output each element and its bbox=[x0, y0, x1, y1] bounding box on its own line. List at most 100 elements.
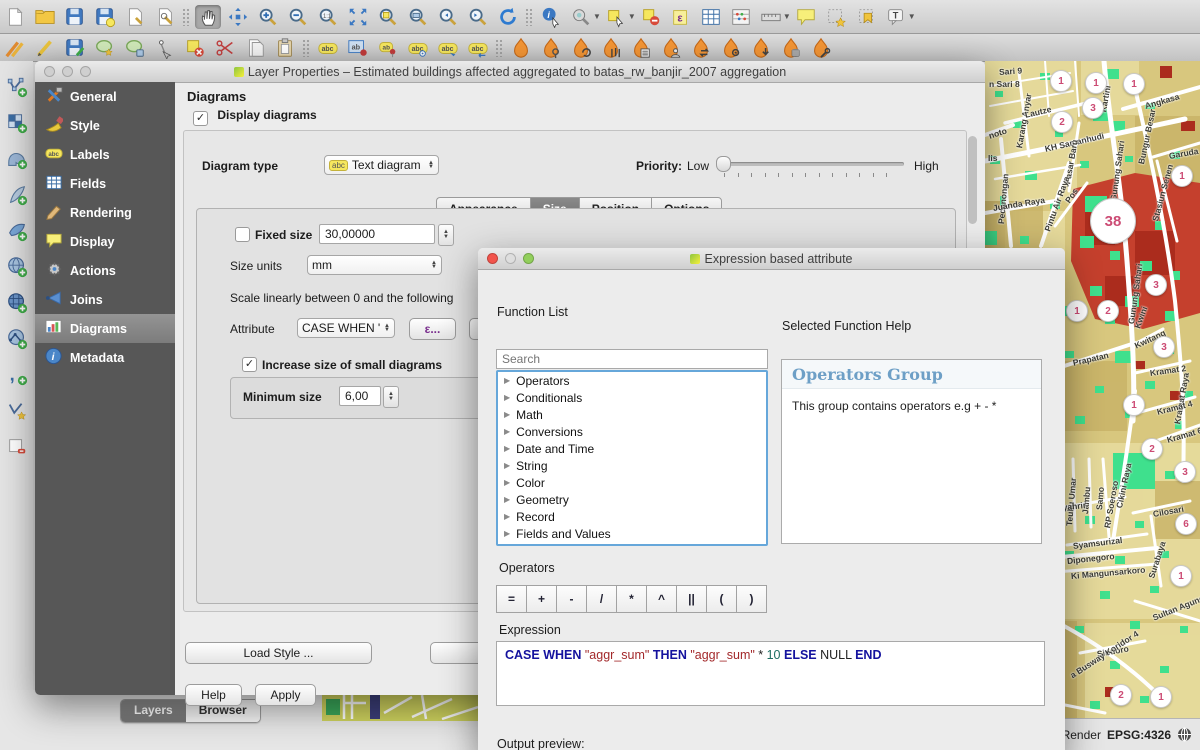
zoom-button[interactable] bbox=[523, 253, 534, 264]
expand-icon[interactable]: ▶ bbox=[504, 461, 510, 470]
add-vector-icon[interactable] bbox=[4, 75, 30, 99]
search-input[interactable] bbox=[496, 349, 768, 369]
function-group-conversions[interactable]: ▶Conversions bbox=[498, 423, 766, 440]
attribute-select[interactable]: CASE WHEN " ▲▼ bbox=[297, 318, 395, 338]
dropdown-caret-icon[interactable]: ▼ bbox=[628, 12, 636, 21]
minimize-button[interactable] bbox=[62, 66, 73, 77]
operator-button[interactable]: / bbox=[586, 585, 617, 613]
flame-refresh-icon[interactable] bbox=[568, 36, 594, 60]
new-shapefile-icon[interactable] bbox=[4, 399, 30, 423]
size-units-select[interactable]: mm ▲▼ bbox=[307, 255, 442, 275]
render-label[interactable]: Render bbox=[1062, 728, 1101, 742]
bookmark-icon[interactable] bbox=[853, 5, 879, 29]
fixed-size-stepper[interactable]: ▲▼ bbox=[438, 224, 454, 246]
zoom-out-icon[interactable] bbox=[285, 5, 311, 29]
pan-arrows-icon[interactable] bbox=[225, 5, 251, 29]
save-edits-icon[interactable] bbox=[62, 36, 88, 60]
flame-download-icon[interactable] bbox=[748, 36, 774, 60]
tab-layers[interactable]: Layers bbox=[121, 700, 186, 722]
increase-size-checkbox[interactable]: ✓ bbox=[242, 357, 257, 372]
function-group-fields-and-values[interactable]: ▶Fields and Values bbox=[498, 525, 766, 542]
sidebar-item-metadata[interactable]: iMetadata bbox=[35, 343, 175, 372]
function-group-color[interactable]: ▶Color bbox=[498, 474, 766, 491]
add-wcs-icon[interactable] bbox=[4, 291, 30, 315]
open-folder-icon[interactable] bbox=[32, 5, 58, 29]
flame-arrows-icon[interactable] bbox=[688, 36, 714, 60]
sidebar-item-actions[interactable]: Actions bbox=[35, 256, 175, 285]
sidebar-item-labels[interactable]: abcLabels bbox=[35, 140, 175, 169]
operator-button[interactable]: + bbox=[526, 585, 557, 613]
label-ab-blue-icon[interactable]: ab bbox=[345, 36, 371, 60]
deselect-icon[interactable] bbox=[638, 5, 664, 29]
zoom-button[interactable] bbox=[80, 66, 91, 77]
display-diagrams-row[interactable]: ✓ Display diagrams bbox=[193, 108, 317, 126]
function-group-record[interactable]: ▶Record bbox=[498, 508, 766, 525]
expand-icon[interactable]: ▶ bbox=[504, 376, 510, 385]
attr-table-icon[interactable] bbox=[698, 5, 724, 29]
function-group-string[interactable]: ▶String bbox=[498, 457, 766, 474]
expression-builder-button[interactable]: ε... bbox=[409, 318, 456, 340]
dropdown-caret-icon[interactable]: ▼ bbox=[908, 12, 916, 21]
abacus-icon[interactable] bbox=[728, 5, 754, 29]
blob-star-icon[interactable] bbox=[92, 36, 118, 60]
display-diagrams-checkbox[interactable]: ✓ bbox=[193, 111, 208, 126]
expand-icon[interactable]: ▶ bbox=[504, 444, 510, 453]
dropdown-caret-icon[interactable]: ▼ bbox=[593, 12, 601, 21]
close-button[interactable] bbox=[487, 253, 498, 264]
flame-person-icon[interactable] bbox=[658, 36, 684, 60]
minimum-size-field[interactable]: 6,00 bbox=[339, 386, 381, 406]
add-csv-icon[interactable]: , bbox=[4, 363, 30, 387]
operator-button[interactable]: - bbox=[556, 585, 587, 613]
label-abc-2-icon[interactable]: abc bbox=[465, 36, 491, 60]
pan-hand-icon[interactable] bbox=[195, 5, 221, 29]
crs-status-icon[interactable] bbox=[1177, 727, 1192, 742]
help-button[interactable]: Help bbox=[185, 684, 242, 706]
zoom-layer-icon[interactable] bbox=[405, 5, 431, 29]
expand-icon[interactable]: ▶ bbox=[504, 427, 510, 436]
apply-button[interactable]: Apply bbox=[255, 684, 316, 706]
priority-slider[interactable] bbox=[716, 162, 904, 166]
diagram-type-select[interactable]: abc Text diagram ▲▼ bbox=[324, 155, 439, 175]
annotation-icon[interactable]: T bbox=[883, 5, 909, 29]
paste-clip-icon[interactable] bbox=[272, 36, 298, 60]
lp-scrollbar[interactable] bbox=[968, 136, 977, 224]
flame-list-icon[interactable] bbox=[628, 36, 654, 60]
expand-icon[interactable]: ▶ bbox=[504, 512, 510, 521]
flame-gear-icon[interactable] bbox=[718, 36, 744, 60]
expression-editor[interactable]: CASE WHEN "aggr_sum" THEN "aggr_sum" * 1… bbox=[496, 641, 1045, 706]
zoom-1-1-icon[interactable]: 1:1 bbox=[315, 5, 341, 29]
flame-icon[interactable] bbox=[508, 36, 534, 60]
function-group-math[interactable]: ▶Math bbox=[498, 406, 766, 423]
label-ab-pin-icon[interactable]: ab bbox=[375, 36, 401, 60]
refresh-icon[interactable] bbox=[495, 5, 521, 29]
add-raster-icon[interactable] bbox=[4, 111, 30, 135]
pencil2-icon[interactable] bbox=[2, 36, 28, 60]
expr-window-controls[interactable] bbox=[487, 253, 534, 264]
dropdown-caret-icon[interactable]: ▼ bbox=[783, 12, 791, 21]
bookmark-new-icon[interactable] bbox=[823, 5, 849, 29]
identify-icon[interactable]: i bbox=[538, 5, 564, 29]
function-group-conditionals[interactable]: ▶Conditionals bbox=[498, 389, 766, 406]
node-tool-icon[interactable] bbox=[152, 36, 178, 60]
copy-doc-icon[interactable] bbox=[242, 36, 268, 60]
expand-icon[interactable]: ▶ bbox=[504, 478, 510, 487]
operator-button[interactable]: ( bbox=[706, 585, 737, 613]
sidebar-item-style[interactable]: Style bbox=[35, 111, 175, 140]
add-wfs-icon[interactable] bbox=[4, 327, 30, 351]
blob-node-icon[interactable] bbox=[122, 36, 148, 60]
sidebar-item-fields[interactable]: Fields bbox=[35, 169, 175, 198]
lp-window-controls[interactable] bbox=[44, 66, 91, 77]
add-spatialite-icon[interactable] bbox=[4, 183, 30, 207]
add-wms-icon[interactable] bbox=[4, 255, 30, 279]
map-tips-icon[interactable] bbox=[793, 5, 819, 29]
sidebar-item-diagrams[interactable]: Diagrams bbox=[35, 314, 175, 343]
label-abc-icon[interactable]: abc bbox=[315, 36, 341, 60]
flame-wrench-icon[interactable] bbox=[808, 36, 834, 60]
sidebar-item-general[interactable]: General bbox=[35, 82, 175, 111]
flame-sliders-icon[interactable] bbox=[598, 36, 624, 60]
lp-titlebar[interactable]: Layer Properties – Estimated buildings a… bbox=[35, 61, 985, 83]
zoom-last-icon[interactable] bbox=[435, 5, 461, 29]
fixed-size-checkbox[interactable] bbox=[235, 227, 250, 242]
zoom-full-icon[interactable] bbox=[345, 5, 371, 29]
operator-button[interactable]: = bbox=[496, 585, 527, 613]
